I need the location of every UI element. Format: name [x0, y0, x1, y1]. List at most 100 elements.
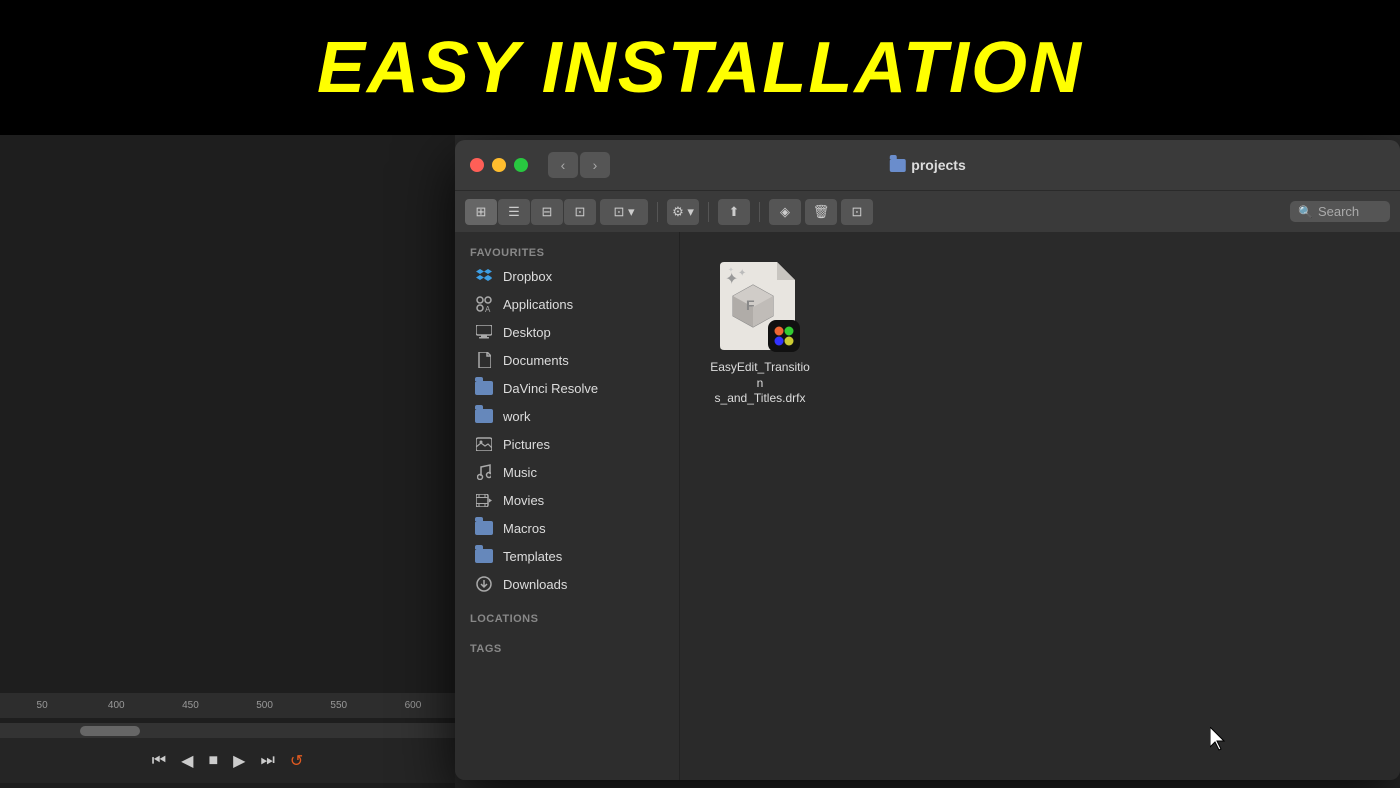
play-button[interactable]: ▶	[233, 751, 245, 771]
locations-label: Locations	[455, 608, 679, 628]
minimize-button[interactable]	[492, 158, 506, 172]
dropbox-icon	[475, 267, 493, 285]
work-folder-icon	[475, 407, 493, 425]
sidebar-item-label-movies: Movies	[503, 493, 544, 508]
transport-controls: ⏮ ◀ ■ ▶ ⏭ ↺	[0, 738, 455, 783]
ruler-mark: 50	[5, 700, 79, 711]
sidebar-item-label-applications: Applications	[503, 297, 573, 312]
documents-icon	[475, 351, 493, 369]
sidebar-item-dropbox[interactable]: Dropbox	[460, 262, 674, 290]
applications-icon: A	[475, 295, 493, 313]
timeline-scroll[interactable]	[0, 723, 455, 738]
ruler-mark: 400	[79, 700, 153, 711]
main-area: 50 400 450 500 550 600 ⏮ ◀ ■ ▶ ⏭ ↺	[0, 135, 1400, 788]
separator2	[708, 202, 709, 222]
view-buttons: ⊞ ☰ ⊟ ⊡	[465, 199, 596, 225]
separator	[657, 202, 658, 222]
music-icon	[475, 463, 493, 481]
sidebar-item-pictures[interactable]: Pictures	[460, 430, 674, 458]
timeline-ruler: 50 400 450 500 550 600	[0, 693, 455, 718]
sidebar-item-documents[interactable]: Documents	[460, 346, 674, 374]
file-item-drfx[interactable]: ✦ ✦ ✦ F	[700, 252, 820, 417]
loop-button[interactable]: ↺	[290, 751, 303, 771]
video-editor-panel: 50 400 450 500 550 600 ⏮ ◀ ■ ▶ ⏭ ↺	[0, 135, 455, 788]
separator3	[759, 202, 760, 222]
sidebar-item-macros[interactable]: Macros	[460, 514, 674, 542]
sidebar-item-label-desktop: Desktop	[503, 325, 551, 340]
top-bar: EASY INSTALLATION	[0, 0, 1400, 135]
cursor	[1210, 727, 1230, 751]
sidebar-item-applications[interactable]: A Applications	[460, 290, 674, 318]
column-view-button[interactable]: ⊟	[531, 199, 563, 225]
scroll-handle[interactable]	[80, 726, 140, 736]
sidebar-item-downloads[interactable]: Downloads	[460, 570, 674, 598]
window-title-text: projects	[911, 157, 965, 173]
finder-titlebar: ‹ › projects	[455, 140, 1400, 190]
templates-folder-icon	[475, 547, 493, 565]
ruler-mark: 600	[376, 700, 450, 711]
main-title: EASY INSTALLATION	[317, 27, 1083, 109]
sidebar-item-templates[interactable]: Templates	[460, 542, 674, 570]
settings-button[interactable]: ⚙ ▾	[667, 199, 699, 225]
nav-buttons: ‹ ›	[548, 152, 610, 178]
tags-label: Tags	[455, 638, 679, 658]
prev-button[interactable]: ◀	[181, 751, 193, 771]
sidebar-item-label-documents: Documents	[503, 353, 569, 368]
ruler-marks: 50 400 450 500 550 600	[5, 700, 450, 711]
file-name: EasyEdit_Transitions_and_Titles.drfx	[710, 360, 810, 407]
stop-button[interactable]: ■	[208, 752, 218, 770]
sidebar-item-work[interactable]: work	[460, 402, 674, 430]
sidebar-item-movies[interactable]: Movies	[460, 486, 674, 514]
macros-folder-icon	[475, 519, 493, 537]
sidebar-item-davinci[interactable]: DaVinci Resolve	[460, 374, 674, 402]
new-folder-button[interactable]: ⊡	[841, 199, 873, 225]
movies-icon	[475, 491, 493, 509]
list-view-button[interactable]: ☰	[498, 199, 530, 225]
forward-button[interactable]: ›	[580, 152, 610, 178]
finder-toolbar: ⊞ ☰ ⊟ ⊡ ⊡ ▾ ⚙ ▾ ⬆ ◈ 🗑 ⊡ 🔍 Search	[455, 190, 1400, 232]
folder-icon	[889, 159, 905, 172]
skip-forward-button[interactable]: ⏭	[260, 752, 274, 770]
sidebar-item-label-downloads: Downloads	[503, 577, 567, 592]
sidebar-item-label-music: Music	[503, 465, 537, 480]
window-controls	[470, 158, 528, 172]
window-title: projects	[889, 157, 965, 173]
finder-sidebar: Favourites Dropbox	[455, 232, 680, 780]
ruler-mark: 450	[153, 700, 227, 711]
search-bar[interactable]: 🔍 Search	[1290, 201, 1390, 222]
sidebar-item-label-davinci: DaVinci Resolve	[503, 381, 598, 396]
sidebar-item-desktop[interactable]: Desktop	[460, 318, 674, 346]
sidebar-item-label-work: work	[503, 409, 530, 424]
davinci-badge	[768, 320, 800, 352]
finder-content: ✦ ✦ ✦ F	[680, 232, 1400, 780]
delete-button[interactable]: 🗑	[805, 199, 837, 225]
downloads-icon	[475, 575, 493, 593]
skip-back-button[interactable]: ⏮	[152, 752, 166, 770]
svg-text:F: F	[746, 297, 755, 313]
maximize-button[interactable]	[514, 158, 528, 172]
davinci-folder-icon	[475, 379, 493, 397]
sidebar-item-label-macros: Macros	[503, 521, 546, 536]
favourites-label: Favourites	[455, 242, 679, 262]
pictures-icon	[475, 435, 493, 453]
gallery-view-button[interactable]: ⊡	[564, 199, 596, 225]
icon-view-button[interactable]: ⊞	[465, 199, 497, 225]
extra-view-button[interactable]: ⊡ ▾	[600, 199, 648, 225]
desktop-icon	[475, 323, 493, 341]
ruler-mark: 550	[302, 700, 376, 711]
svg-text:✦: ✦	[738, 268, 746, 279]
sidebar-item-label-pictures: Pictures	[503, 437, 550, 452]
close-button[interactable]	[470, 158, 484, 172]
finder-window: ‹ › projects ⊞ ☰ ⊟ ⊡ ⊡ ▾ ⚙ ▾ ⬆ ◈	[455, 140, 1400, 780]
back-button[interactable]: ‹	[548, 152, 578, 178]
svg-text:✦: ✦	[728, 266, 734, 274]
share-button[interactable]: ⬆	[718, 199, 750, 225]
search-icon: 🔍	[1298, 205, 1313, 219]
svg-text:A: A	[485, 305, 491, 312]
search-text: Search	[1318, 204, 1359, 219]
sidebar-item-label-templates: Templates	[503, 549, 562, 564]
tag-button[interactable]: ◈	[769, 199, 801, 225]
file-icon-container: ✦ ✦ ✦ F	[720, 262, 800, 352]
sidebar-item-music[interactable]: Music	[460, 458, 674, 486]
sidebar-item-label-dropbox: Dropbox	[503, 269, 552, 284]
